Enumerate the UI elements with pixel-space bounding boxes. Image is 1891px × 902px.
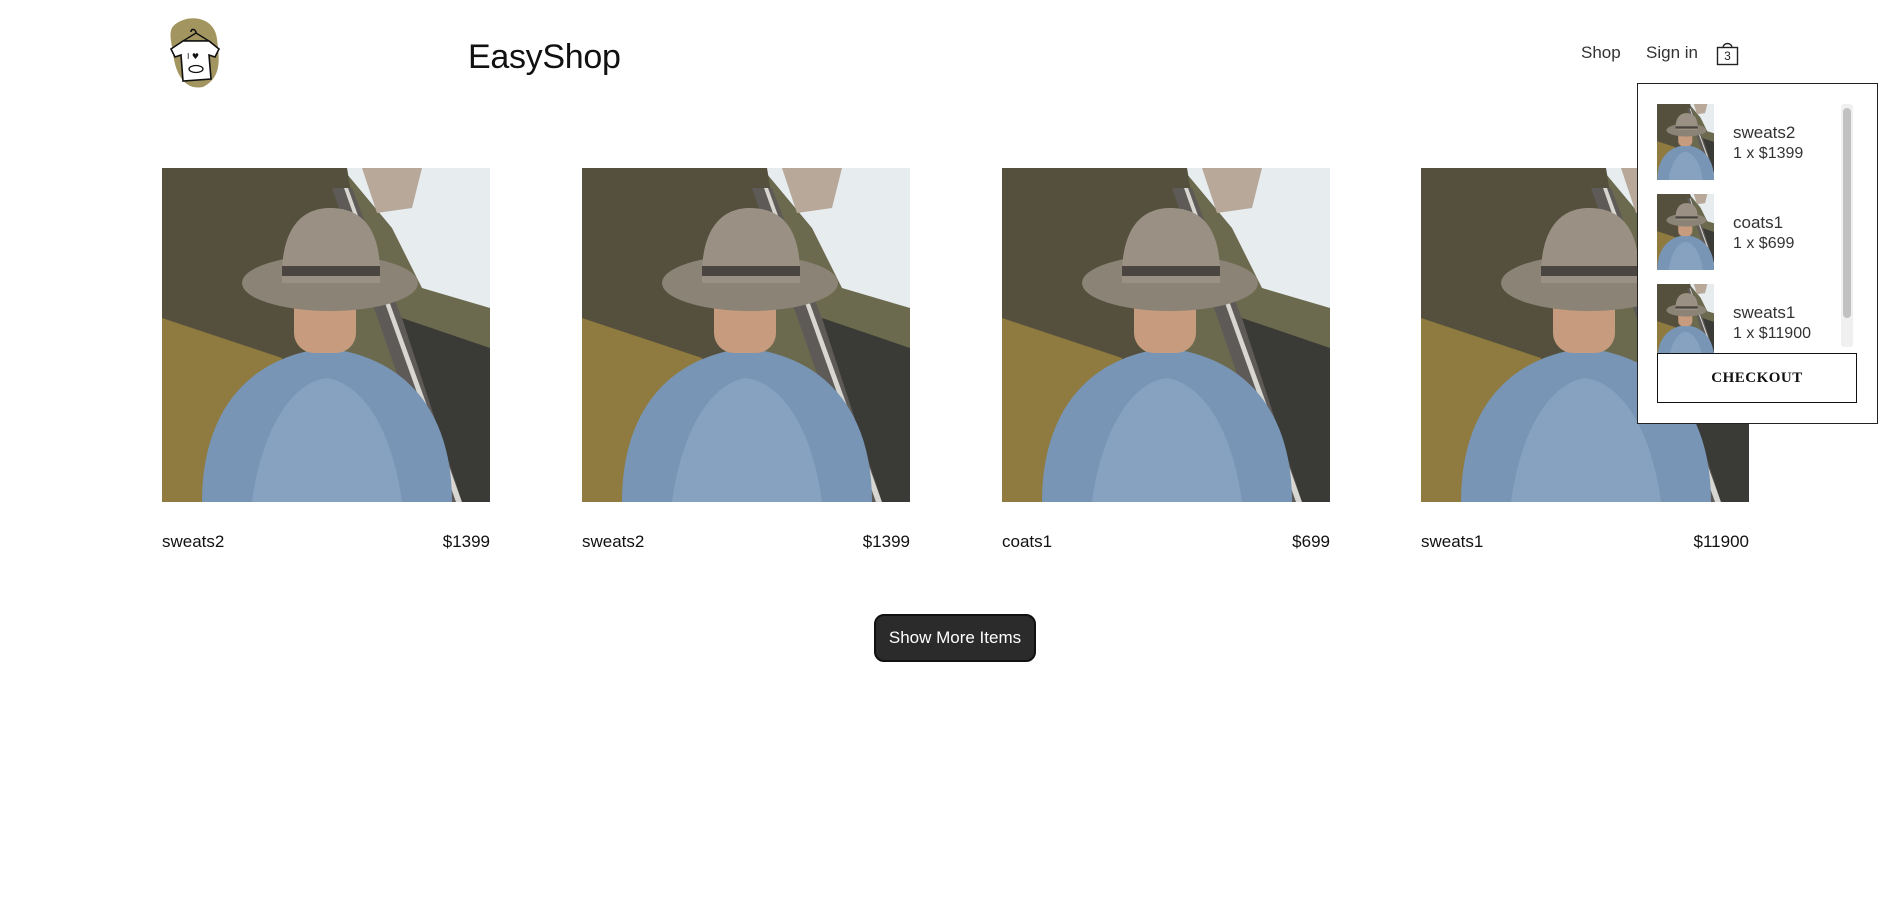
- cart-item: sweats2 1 x $1399: [1657, 104, 1837, 180]
- show-more-items-button[interactable]: Show More Items: [874, 614, 1036, 662]
- product-price: $1399: [442, 532, 490, 551]
- checkout-button[interactable]: CHECKOUT: [1657, 353, 1857, 403]
- svg-text:I ♥: I ♥: [187, 52, 199, 61]
- product-price: $11900: [1693, 532, 1749, 551]
- tshirt-hanger-logo-icon[interactable]: I ♥: [163, 15, 229, 89]
- product-card[interactable]: sweats2 $1399: [162, 168, 490, 551]
- product-image[interactable]: [582, 168, 910, 502]
- product-card[interactable]: sweats2 $1399: [582, 168, 910, 551]
- cart-item-image: [1657, 194, 1714, 270]
- product-card[interactable]: coats1 $699: [1002, 168, 1330, 551]
- nav-sign-in-link[interactable]: Sign in: [1646, 43, 1698, 63]
- product-image[interactable]: [1002, 168, 1330, 502]
- cart-item-image: [1657, 104, 1714, 180]
- cart-item-image: [1657, 284, 1714, 360]
- cart-item-quantity-price: 1 x $11900: [1733, 325, 1811, 342]
- nav-shop-link[interactable]: Shop: [1581, 43, 1621, 63]
- cart-item-quantity-price: 1 x $699: [1733, 235, 1795, 252]
- product-name: coats1: [1002, 532, 1053, 551]
- shopping-bag-icon[interactable]: 3: [1716, 40, 1739, 66]
- product-price: $1399: [862, 532, 910, 551]
- cart-item: sweats1 1 x $11900: [1657, 284, 1837, 360]
- cart-scrollbar-thumb[interactable]: [1843, 108, 1851, 318]
- cart-dropdown: sweats2 1 x $1399 coats1 1 x $699 sweats…: [1637, 83, 1878, 424]
- cart-scrollbar[interactable]: [1841, 104, 1853, 347]
- cart-item-quantity-price: 1 x $1399: [1733, 145, 1804, 162]
- brand-title: EasyShop: [468, 38, 621, 76]
- product-image[interactable]: [162, 168, 490, 502]
- product-name: sweats2: [162, 532, 225, 551]
- cart-item-name: coats1: [1733, 213, 1784, 232]
- cart-item-name: sweats2: [1733, 123, 1796, 142]
- cart-item: coats1 1 x $699: [1657, 194, 1837, 270]
- product-name: sweats2: [582, 532, 645, 551]
- product-price: $699: [1292, 532, 1330, 551]
- product-name: sweats1: [1421, 532, 1484, 551]
- cart-item-name: sweats1: [1733, 303, 1796, 322]
- cart-count: 3: [1724, 49, 1731, 63]
